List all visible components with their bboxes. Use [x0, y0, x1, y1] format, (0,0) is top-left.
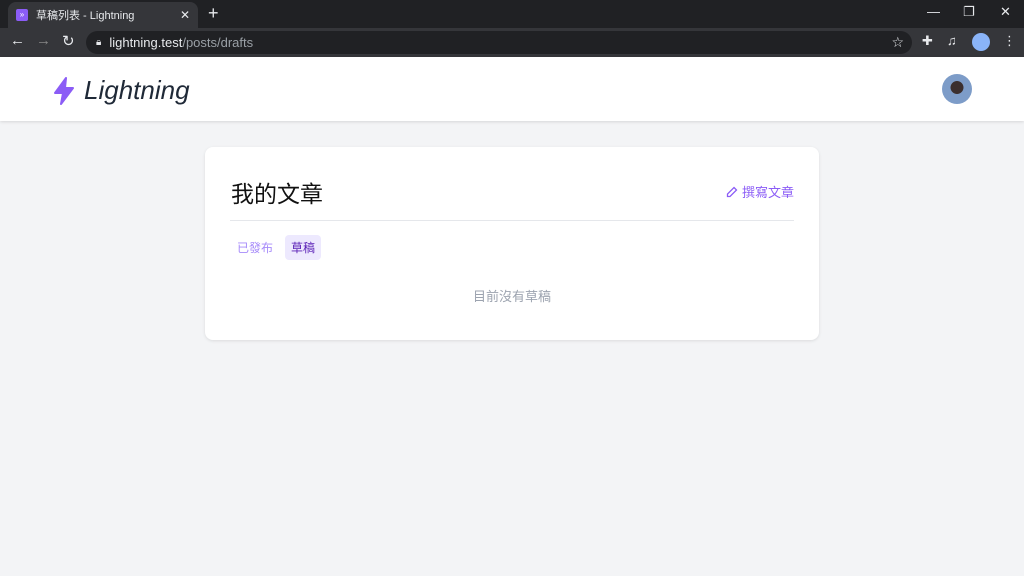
- profile-icon[interactable]: [972, 33, 990, 51]
- brand-name: Lightning: [84, 75, 190, 105]
- address-bar[interactable]: 🔒︎ lightning.test/posts/drafts ☆: [86, 31, 912, 54]
- restore-icon[interactable]: ❐: [963, 4, 975, 20]
- favicon-icon: »: [16, 9, 28, 21]
- browser-tab[interactable]: » 草稿列表 - Lightning ✕: [8, 2, 198, 28]
- post-status-tabs: 已發布 草稿: [231, 235, 322, 260]
- empty-message: 目前沒有草稿: [472, 289, 551, 304]
- browser-tab-bar: » 草稿列表 - Lightning ✕ + — ❐ ✕: [0, 0, 1024, 28]
- divider: [230, 220, 794, 221]
- forward-icon[interactable]: →: [36, 32, 51, 49]
- tab-published[interactable]: 已發布: [231, 235, 279, 260]
- bookmark-star-icon[interactable]: ☆: [891, 34, 904, 51]
- url-host: lightning.test: [109, 35, 183, 50]
- tab-drafts[interactable]: 草稿: [285, 235, 322, 260]
- media-control-icon[interactable]: ♫: [947, 33, 957, 48]
- url-path: /posts/drafts: [182, 35, 254, 50]
- posts-card: 我的文章 撰寫文章 已發布 草稿 目前沒有草稿: [205, 147, 819, 340]
- back-icon[interactable]: ←: [10, 32, 25, 49]
- brand-logo[interactable]: Lightning: [52, 75, 190, 106]
- minimize-icon[interactable]: —: [927, 4, 940, 19]
- page-title: 我的文章: [231, 181, 323, 207]
- menu-icon[interactable]: ⋮: [1003, 33, 1016, 49]
- site-header: Lightning: [0, 57, 1024, 121]
- close-window-icon[interactable]: ✕: [1000, 4, 1011, 20]
- reload-icon[interactable]: ↻: [62, 32, 75, 50]
- tab-title: 草稿列表 - Lightning: [36, 10, 135, 22]
- user-avatar[interactable]: [942, 74, 972, 104]
- extensions-icon[interactable]: ✚: [922, 33, 933, 49]
- close-tab-icon[interactable]: ✕: [180, 8, 190, 22]
- lock-icon: 🔒︎: [96, 37, 102, 48]
- write-post-button[interactable]: 撰寫文章: [726, 182, 794, 201]
- write-post-label: 撰寫文章: [741, 185, 794, 200]
- lightning-icon: [54, 76, 74, 105]
- pencil-icon: [726, 186, 738, 197]
- new-tab-button[interactable]: +: [208, 3, 219, 24]
- browser-toolbar: ← → ↻ 🔒︎ lightning.test/posts/drafts ☆ ✚…: [0, 28, 1024, 57]
